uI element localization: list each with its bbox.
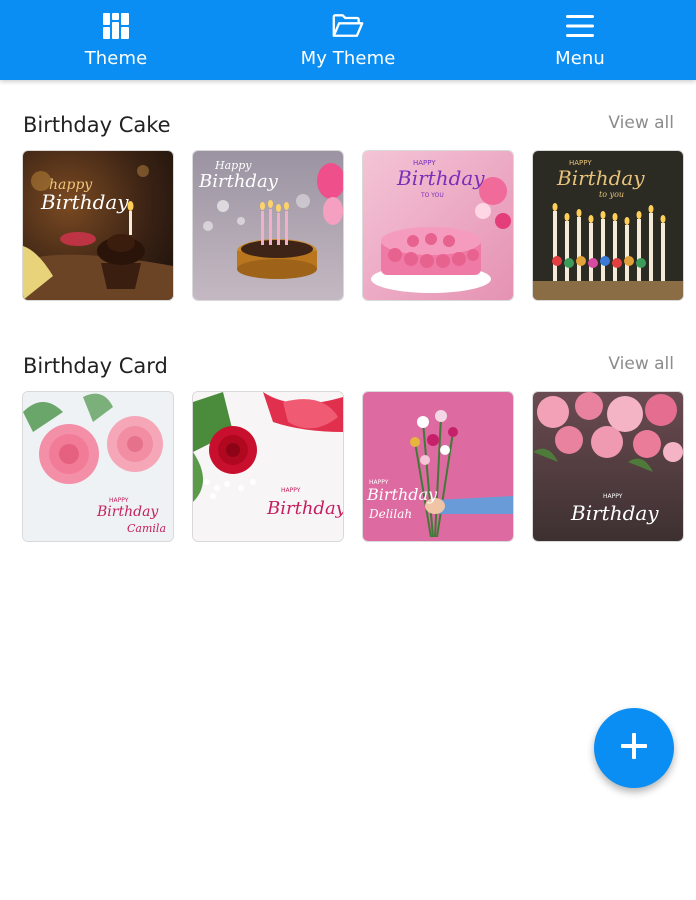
- candle-cake-image: Happy Birthday: [193, 151, 343, 300]
- theme-thumbnail[interactable]: HAPPY Birthday TO YOU: [362, 150, 514, 301]
- svg-text:to you: to you: [599, 190, 624, 199]
- grid-icon: [100, 10, 132, 42]
- tab-menu[interactable]: Menu: [464, 0, 696, 80]
- svg-text:Birthday: Birthday: [266, 498, 343, 519]
- view-all-link[interactable]: View all: [608, 113, 674, 133]
- section-birthday-cake: Birthday Cake View all happy Birthday Ha…: [0, 113, 696, 301]
- view-all-link[interactable]: View all: [608, 354, 674, 374]
- folder-open-icon: [332, 10, 364, 42]
- section-title: Birthday Card: [23, 354, 168, 378]
- bouquet-image: HAPPY Birthday Delilah: [363, 392, 513, 541]
- theme-thumbnail[interactable]: HAPPY Birthday to you: [532, 150, 684, 301]
- svg-text:Birthday: Birthday: [570, 501, 659, 525]
- theme-thumbnail[interactable]: HAPPY Birthday: [192, 391, 344, 542]
- top-nav-bar: Theme My Theme Menu: [0, 0, 696, 80]
- svg-text:Birthday: Birthday: [96, 504, 159, 520]
- theme-thumbnail[interactable]: HAPPY Birthday Camila: [22, 391, 174, 542]
- tab-theme-label: Theme: [84, 48, 148, 69]
- theme-thumbnail[interactable]: happy Birthday: [22, 150, 174, 301]
- svg-text:Birthday: Birthday: [396, 166, 485, 190]
- thumbnail-row: HAPPY Birthday Camila HAPPY Birthday HAP…: [22, 391, 684, 542]
- svg-text:Camila: Camila: [127, 522, 166, 535]
- svg-text:TO YOU: TO YOU: [420, 192, 444, 199]
- svg-text:Birthday: Birthday: [40, 190, 129, 214]
- tab-menu-label: Menu: [555, 48, 605, 69]
- svg-text:Birthday: Birthday: [366, 485, 438, 504]
- theme-thumbnail[interactable]: HAPPY Birthday Delilah: [362, 391, 514, 542]
- hamburger-menu-icon: [564, 10, 596, 42]
- plus-icon: [618, 730, 650, 766]
- cupcake-image: happy Birthday: [23, 151, 173, 300]
- svg-text:HAPPY: HAPPY: [603, 493, 623, 500]
- pink-roses-dark-image: HAPPY Birthday: [533, 392, 683, 541]
- candles-image: HAPPY Birthday to you: [533, 151, 683, 300]
- section-birthday-card: Birthday Card View all HAPPY Birthday Ca…: [0, 354, 696, 542]
- theme-thumbnail[interactable]: HAPPY Birthday: [532, 391, 684, 542]
- svg-text:HAPPY: HAPPY: [281, 487, 301, 494]
- tab-my-theme[interactable]: My Theme: [232, 0, 464, 80]
- svg-text:Birthday: Birthday: [198, 171, 279, 192]
- thumbnail-row: happy Birthday Happy Birthday HAPPY Birt…: [22, 150, 684, 301]
- add-fab-button[interactable]: [594, 708, 674, 788]
- tab-theme[interactable]: Theme: [0, 0, 232, 80]
- pink-roses-image: HAPPY Birthday Camila: [23, 392, 173, 541]
- svg-text:HAPPY: HAPPY: [109, 497, 129, 504]
- pink-cake-image: HAPPY Birthday TO YOU: [363, 151, 513, 300]
- svg-text:Birthday: Birthday: [556, 166, 645, 190]
- tab-my-theme-label: My Theme: [300, 48, 396, 69]
- section-title: Birthday Cake: [23, 113, 171, 137]
- theme-thumbnail[interactable]: Happy Birthday: [192, 150, 344, 301]
- red-rose-image: HAPPY Birthday: [193, 392, 343, 541]
- svg-text:Delilah: Delilah: [368, 507, 412, 521]
